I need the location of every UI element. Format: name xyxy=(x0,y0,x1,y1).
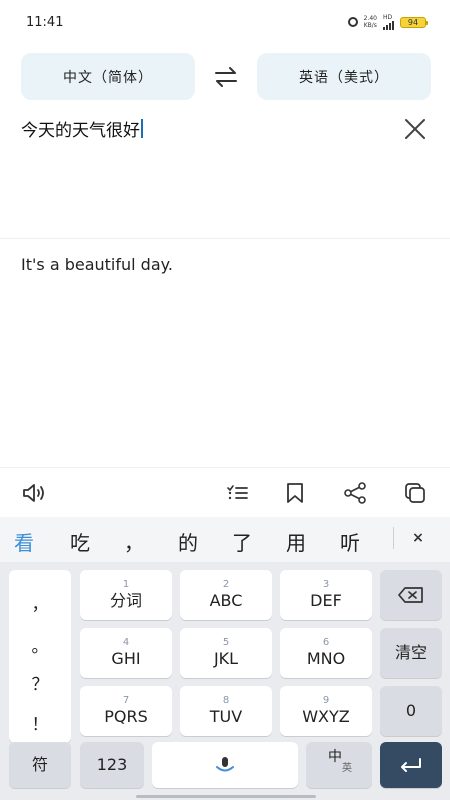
speaker-icon[interactable] xyxy=(22,480,48,506)
candidate-bar: 看 吃 ， 的 了 用 听 xyxy=(0,517,450,562)
enter-key[interactable] xyxy=(380,742,442,788)
language-selector: 中文（简体） 英语（美式） xyxy=(21,53,431,100)
key-6[interactable]: 6 MNO xyxy=(280,628,372,678)
candidate-close-icon[interactable]: × xyxy=(404,524,432,552)
candidate-item[interactable]: 看 xyxy=(14,527,34,556)
swap-languages-icon[interactable] xyxy=(206,57,246,97)
microphone-icon xyxy=(216,757,234,772)
source-input[interactable]: 今天的天气很好 xyxy=(21,116,143,141)
hd-indicator: HD xyxy=(383,14,394,30)
backspace-key[interactable] xyxy=(380,570,442,620)
network-speed: 2.40 KB/s xyxy=(363,15,377,29)
numeric-key[interactable]: 123 xyxy=(80,742,144,788)
source-input-area[interactable]: 今天的天气很好 xyxy=(0,110,450,238)
battery-icon: 94 xyxy=(400,16,428,28)
candidate-item[interactable]: 的 xyxy=(178,527,198,556)
translation-result: It's a beautiful day. xyxy=(21,255,173,274)
candidate-item[interactable]: ， xyxy=(124,527,144,556)
punct-question[interactable]: ？ xyxy=(9,670,71,695)
key-2[interactable]: 2 ABC xyxy=(180,570,272,620)
text-caret xyxy=(141,119,143,138)
source-language-button[interactable]: 中文（简体） xyxy=(21,53,195,100)
candidate-item[interactable]: 吃 xyxy=(70,527,90,556)
candidate-separator xyxy=(393,527,394,549)
key-8[interactable]: 8 TUV xyxy=(180,686,272,736)
key-9[interactable]: 9 WXYZ xyxy=(280,686,372,736)
lang-switch-key[interactable]: 中 英 xyxy=(306,742,372,788)
space-key[interactable] xyxy=(152,742,298,788)
enter-icon xyxy=(401,758,421,772)
key-5[interactable]: 5 JKL xyxy=(180,628,272,678)
status-bar: 11:41 2.40 KB/s HD 94 xyxy=(0,0,450,44)
copy-icon[interactable] xyxy=(402,480,428,506)
candidate-item[interactable]: 听 xyxy=(340,527,360,556)
punct-period[interactable]: 。 xyxy=(9,632,71,657)
keyboard: ， 。 ？ ！ 1 分词 2 ABC 3 DEF 4 GHI 5 JKL 6 M… xyxy=(0,562,450,800)
punct-exclaim[interactable]: ！ xyxy=(9,710,71,735)
symbol-key[interactable]: 符 xyxy=(9,742,71,788)
key-3[interactable]: 3 DEF xyxy=(280,570,372,620)
candidate-item[interactable]: 用 xyxy=(286,527,306,556)
status-time: 11:41 xyxy=(26,14,64,30)
clear-key[interactable]: 清空 xyxy=(380,628,442,678)
key-1[interactable]: 1 分词 xyxy=(80,570,172,620)
punctuation-column[interactable]: ， 。 ？ ！ xyxy=(9,570,71,743)
share-icon[interactable] xyxy=(342,480,368,506)
home-indicator[interactable] xyxy=(136,795,316,798)
list-icon[interactable] xyxy=(224,480,250,506)
alarm-icon xyxy=(347,17,358,27)
divider xyxy=(0,238,450,239)
zero-key[interactable]: 0 xyxy=(380,686,442,736)
punct-comma[interactable]: ， xyxy=(9,590,71,615)
candidate-item[interactable]: 了 xyxy=(232,527,252,556)
status-icons: 2.40 KB/s HD 94 xyxy=(347,14,428,30)
backspace-icon xyxy=(398,587,423,603)
target-language-button[interactable]: 英语（美式） xyxy=(257,53,431,100)
key-4[interactable]: 4 GHI xyxy=(80,628,172,678)
result-toolbar xyxy=(0,467,450,517)
clear-input-icon[interactable] xyxy=(402,116,428,142)
source-text: 今天的天气很好 xyxy=(21,121,140,141)
key-7[interactable]: 7 PQRS xyxy=(80,686,172,736)
signal-icon xyxy=(383,21,394,30)
bookmark-icon[interactable] xyxy=(282,480,308,506)
